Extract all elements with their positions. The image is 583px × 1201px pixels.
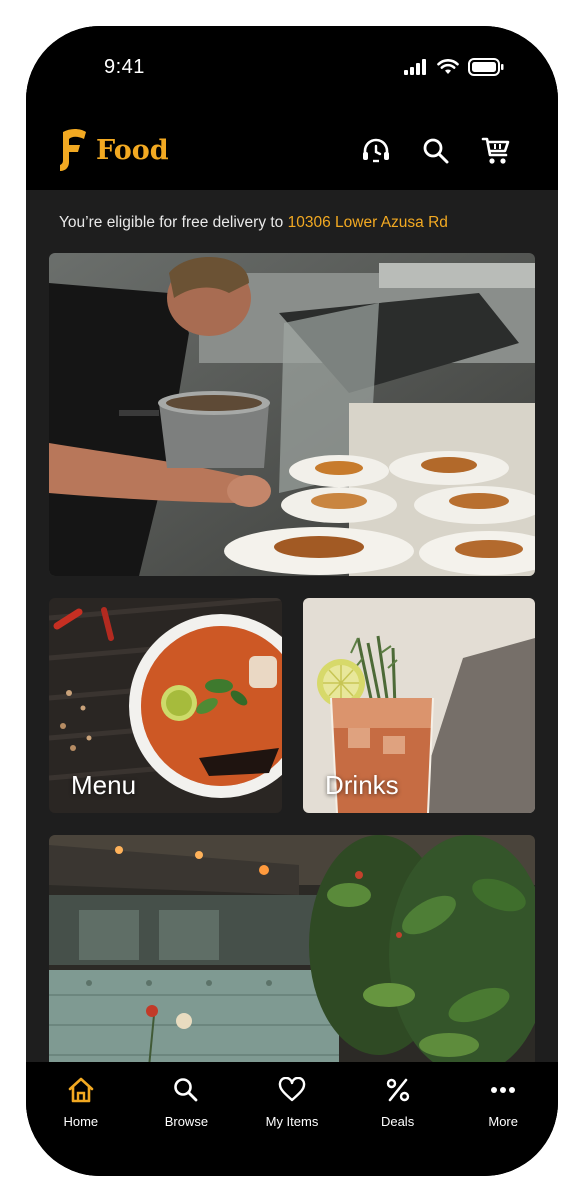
support-button[interactable] — [360, 135, 392, 167]
restaurant-venue-image[interactable] — [49, 835, 535, 1067]
nav-label-home: Home — [63, 1114, 99, 1129]
delivery-banner: You’re eligible for free delivery to 103… — [59, 214, 448, 232]
search-button[interactable] — [420, 135, 452, 167]
nav-label-my-items: My Items — [265, 1114, 319, 1129]
nav-item-deals[interactable]: Deals — [345, 1062, 451, 1176]
restaurant-interior-image — [49, 835, 535, 1067]
app-screen: 9:41 Food You’re eligible for free deliv… — [26, 26, 558, 1176]
hero-image[interactable] — [49, 253, 535, 576]
support-icon — [363, 138, 389, 163]
bottom-nav: Home Browse My Items Deals More — [26, 1062, 558, 1176]
percent-icon — [386, 1078, 409, 1102]
nav-item-browse[interactable]: Browse — [134, 1062, 240, 1176]
search-icon — [423, 138, 449, 164]
phone-frame: 9:41 Food You’re eligible for free deliv… — [26, 26, 558, 1176]
nav-label-deals: Deals — [380, 1114, 415, 1129]
nav-item-more[interactable]: More — [450, 1062, 556, 1176]
signal-icon — [404, 59, 426, 75]
nav-label-more: More — [488, 1114, 518, 1129]
brand-logo[interactable]: Food — [58, 127, 169, 173]
status-time: 9:41 — [104, 56, 145, 78]
nav-label-browse: Browse — [164, 1114, 209, 1129]
wifi-icon — [437, 59, 459, 74]
battery-icon — [468, 58, 504, 76]
cart-icon — [481, 137, 510, 164]
drinks-label: Drinks — [325, 770, 399, 800]
status-icons — [404, 58, 504, 76]
search-icon — [174, 1078, 198, 1102]
food-logo-icon — [60, 129, 86, 171]
header-actions — [360, 135, 512, 167]
more-icon — [491, 1087, 516, 1093]
nav-item-my-items[interactable]: My Items — [239, 1062, 345, 1176]
chef-plating-image — [49, 253, 535, 576]
status-bar: 9:41 — [26, 26, 558, 110]
delivery-address-link[interactable]: 10306 Lower Azusa Rd — [288, 214, 448, 231]
cart-button[interactable] — [480, 135, 512, 167]
heart-icon — [278, 1077, 306, 1102]
home-icon — [68, 1077, 94, 1103]
delivery-text: You’re eligible for free delivery to — [59, 214, 288, 231]
nav-item-home[interactable]: Home — [28, 1062, 134, 1176]
menu-label: Menu — [71, 770, 137, 800]
menu-card[interactable]: Menu — [49, 598, 282, 813]
brand-name: Food — [96, 134, 169, 166]
drinks-card[interactable]: Drinks — [303, 598, 535, 813]
app-header: Food — [26, 110, 558, 190]
